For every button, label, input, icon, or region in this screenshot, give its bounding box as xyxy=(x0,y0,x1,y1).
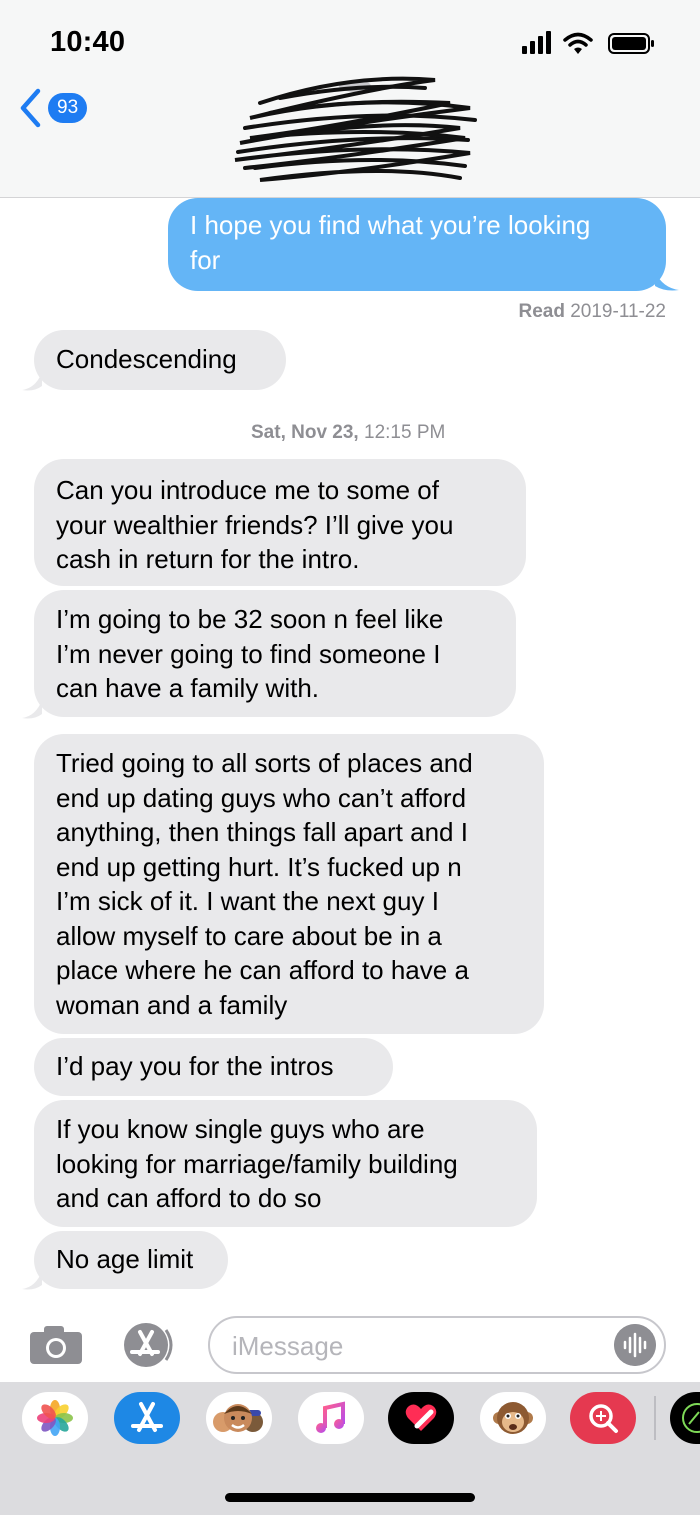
app-store-icon[interactable] xyxy=(118,1322,182,1368)
image-search-icon xyxy=(589,1404,618,1433)
read-date: 2019-11-22 xyxy=(570,301,666,322)
chevron-left-icon xyxy=(20,88,41,128)
conversation-header: 10:40 93 xyxy=(0,0,700,198)
digital-touch-icon xyxy=(405,1404,437,1431)
incoming-message[interactable]: Can you introduce me to some of your wea… xyxy=(34,459,526,586)
home-indicator[interactable] xyxy=(225,1493,475,1502)
unread-count-badge: 93 xyxy=(48,93,88,123)
app-store-app[interactable] xyxy=(114,1392,180,1444)
outgoing-message[interactable]: I hope you find what you’re looking for xyxy=(168,198,666,291)
composer-row: iMessage xyxy=(0,1300,700,1382)
app-store-icon xyxy=(131,1402,163,1432)
photos-app[interactable] xyxy=(22,1392,88,1444)
wifi-icon xyxy=(563,32,593,54)
music-icon xyxy=(316,1401,345,1433)
fitness-icon xyxy=(682,1403,700,1433)
drawer-divider xyxy=(654,1396,656,1440)
incoming-message[interactable]: If you know single guys who are looking … xyxy=(34,1100,537,1227)
back-button[interactable]: 93 xyxy=(18,88,88,128)
incoming-message[interactable]: I’d pay you for the intros xyxy=(34,1038,393,1096)
animoji-icon xyxy=(493,1402,533,1434)
fitness-app[interactable] xyxy=(670,1392,700,1444)
memoji-icon xyxy=(213,1404,263,1432)
timestamp-time: 12:15 PM xyxy=(364,422,446,443)
cellular-signal-icon xyxy=(522,31,551,54)
message-input-placeholder: iMessage xyxy=(232,1331,344,1361)
animoji-app[interactable] xyxy=(480,1392,546,1444)
audio-waveform-icon[interactable] xyxy=(614,1324,656,1366)
timestamp: Sat, Nov 23, 12:15 PM xyxy=(251,422,445,444)
redacted-contact-scribble xyxy=(234,76,477,182)
battery-icon xyxy=(608,33,654,54)
image-search-app[interactable] xyxy=(570,1392,636,1444)
timestamp-day: Sat, Nov 23, xyxy=(251,422,359,443)
read-label: Read xyxy=(518,301,565,322)
incoming-message[interactable]: No age limit xyxy=(34,1231,228,1289)
status-time: 10:40 xyxy=(50,26,126,58)
read-receipt: Read 2019-11-22 xyxy=(518,301,666,323)
music-app[interactable] xyxy=(298,1392,364,1444)
photos-icon xyxy=(37,1400,73,1436)
incoming-message[interactable]: Tried going to all sorts of places and e… xyxy=(34,734,544,1034)
digital-touch-app[interactable] xyxy=(388,1392,454,1444)
incoming-message[interactable]: Condescending xyxy=(34,330,286,390)
incoming-message[interactable]: I’m going to be 32 soon n feel like I’m … xyxy=(34,590,516,717)
status-icons xyxy=(522,31,654,54)
camera-icon[interactable] xyxy=(28,1324,84,1366)
message-input[interactable]: iMessage xyxy=(208,1316,666,1374)
memoji-app[interactable] xyxy=(206,1392,272,1444)
